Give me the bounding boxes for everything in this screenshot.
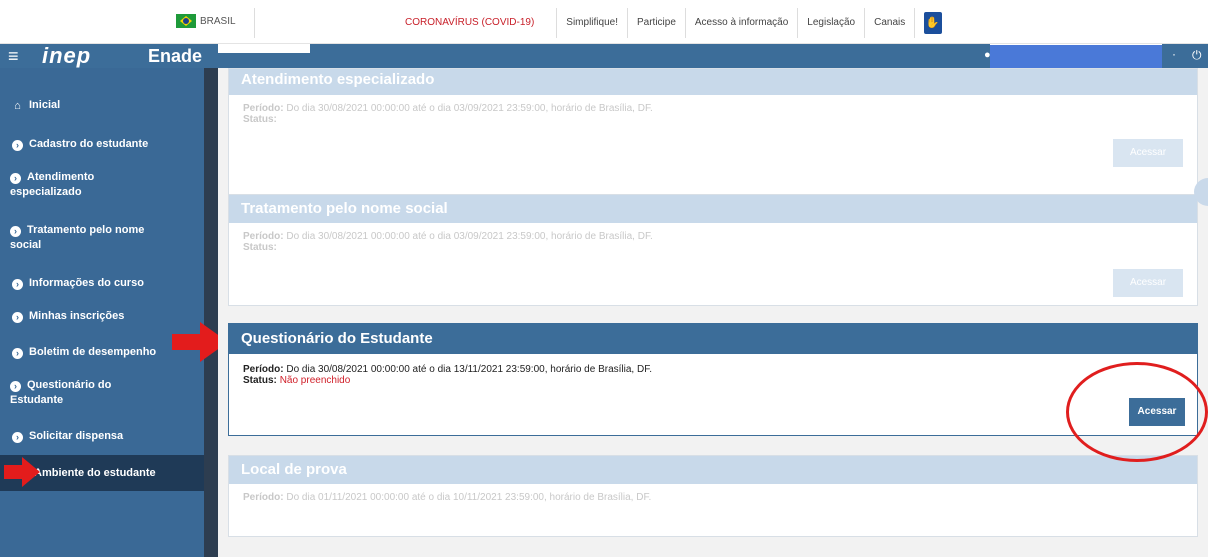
- panel-title: Tratamento pelo nome social: [229, 195, 1197, 223]
- panel-body: Período: Do dia 01/11/2021 00:00:00 até …: [229, 484, 1197, 511]
- access-button[interactable]: Acessar: [1113, 139, 1183, 167]
- access-button[interactable]: Acessar: [1113, 269, 1183, 297]
- red-circle-annotation: [1066, 362, 1208, 462]
- panel-tratamento: Tratamento pelo nome social Período: Do …: [228, 194, 1198, 306]
- panel-title: Atendimento especializado: [229, 69, 1197, 95]
- panel-title: Local de prova: [229, 456, 1197, 484]
- red-arrow-sidebar-icon: [4, 457, 40, 487]
- period-label: Período:: [243, 364, 284, 375]
- period-label: Período:: [243, 103, 284, 114]
- period-text: Do dia 01/11/2021 00:00:00 até o dia 10/…: [286, 492, 652, 503]
- panel-body: Período: Do dia 30/08/2021 00:00:00 até …: [229, 95, 1197, 133]
- period-label: Período:: [243, 231, 284, 242]
- status-label: Status:: [243, 114, 277, 125]
- panel-atendimento: Atendimento especializado Período: Do di…: [228, 68, 1198, 204]
- status-value: Não preenchido: [279, 375, 351, 386]
- status-label: Status:: [243, 242, 277, 253]
- panel-body: Período: Do dia 30/08/2021 00:00:00 até …: [229, 354, 1197, 394]
- panel-title: Questionário do Estudante: [229, 324, 1197, 354]
- panel-body: Período: Do dia 30/08/2021 00:00:00 até …: [229, 223, 1197, 261]
- period-label: Período:: [243, 492, 284, 503]
- period-text: Do dia 30/08/2021 00:00:00 até o dia 03/…: [286, 231, 653, 242]
- panel-questionario: Questionário do Estudante Período: Do di…: [228, 323, 1198, 436]
- status-label: Status:: [243, 375, 277, 386]
- panel-local-prova: Local de prova Período: Do dia 01/11/202…: [228, 455, 1198, 537]
- period-text: Do dia 30/08/2021 00:00:00 até o dia 13/…: [286, 364, 652, 375]
- period-text: Do dia 30/08/2021 00:00:00 até o dia 03/…: [286, 103, 653, 114]
